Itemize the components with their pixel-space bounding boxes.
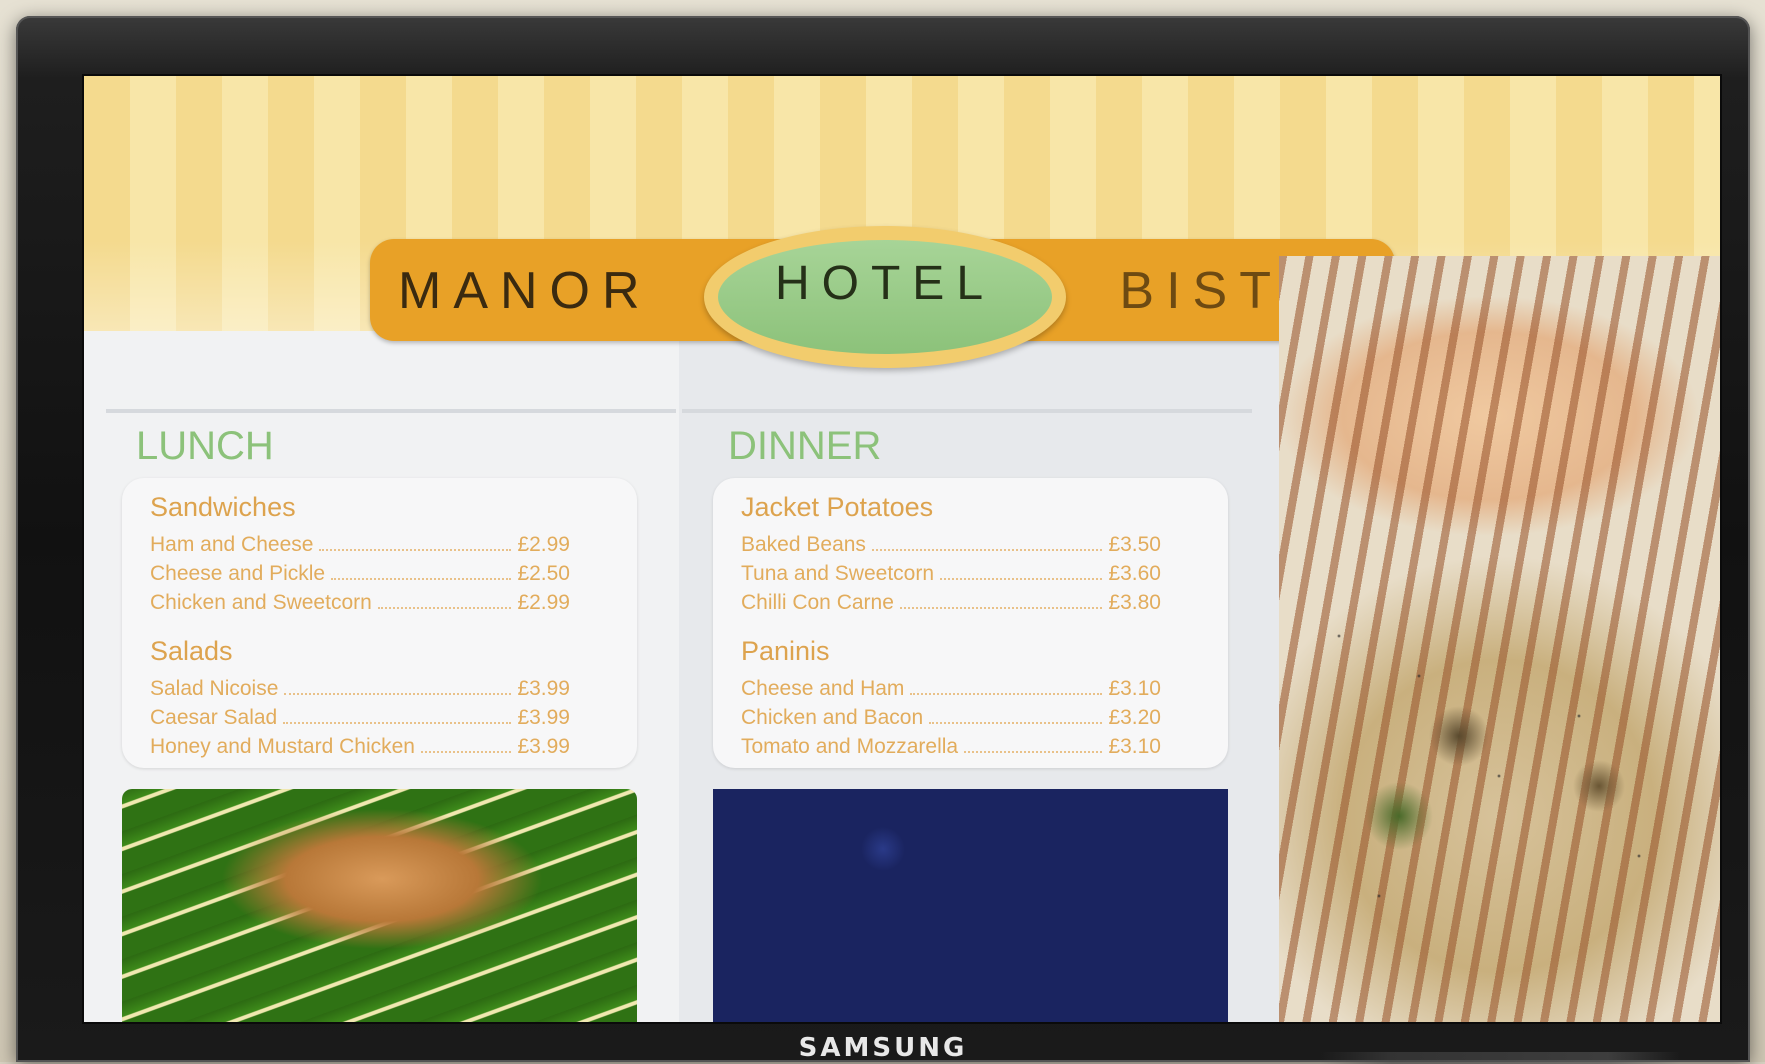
item-price: £3.10 bbox=[1108, 735, 1161, 758]
item-name: Tomato and Mozzarella bbox=[741, 735, 959, 758]
item-price: £2.50 bbox=[517, 562, 570, 585]
menu-item: Ham and Cheese £2.99 bbox=[150, 533, 570, 557]
item-name: Caesar Salad bbox=[150, 706, 278, 729]
menu-item: Tomato and Mozzarella £3.10 bbox=[741, 735, 1161, 759]
item-price: £3.80 bbox=[1108, 591, 1161, 614]
item-price: £3.99 bbox=[517, 735, 570, 758]
item-name: Cheese and Pickle bbox=[150, 562, 326, 585]
banner-word-manor: MANOR bbox=[398, 262, 652, 320]
dot-leader bbox=[377, 591, 512, 609]
dot-leader bbox=[929, 706, 1103, 724]
monitor-bezel: MANOR BISTRO HOTEL LUNCH DINNER Sandwich… bbox=[16, 16, 1750, 1064]
dinner-menu-card: Jacket Potatoes Baked Beans £3.50 Tuna an… bbox=[713, 478, 1228, 768]
menu-item: Tuna and Sweetcorn £3.60 bbox=[741, 562, 1161, 586]
menu-item: Chicken and Sweetcorn £2.99 bbox=[150, 591, 570, 615]
title-oval: HOTEL bbox=[704, 226, 1066, 368]
menu-item: Chicken and Bacon £3.20 bbox=[741, 706, 1161, 730]
menu-item: Cheese and Pickle £2.50 bbox=[150, 562, 570, 586]
item-name: Tuna and Sweetcorn bbox=[741, 562, 935, 585]
item-name: Honey and Mustard Chicken bbox=[150, 735, 415, 758]
food-photo-fruit-salad bbox=[713, 789, 1228, 1022]
menu-item: Baked Beans £3.50 bbox=[741, 533, 1161, 557]
dot-leader bbox=[283, 706, 512, 724]
menu-item: Honey and Mustard Chicken £3.99 bbox=[150, 735, 570, 759]
food-photo-omelette bbox=[122, 789, 637, 1022]
dot-leader bbox=[420, 735, 512, 753]
menu-item: Cheese and Ham £3.10 bbox=[741, 677, 1161, 701]
item-name: Baked Beans bbox=[741, 533, 866, 556]
dinner-title: DINNER bbox=[728, 424, 882, 468]
menu-item: Salad Nicoise £3.99 bbox=[150, 677, 570, 701]
item-price: £3.99 bbox=[517, 706, 570, 729]
item-price: £3.60 bbox=[1108, 562, 1161, 585]
dot-leader bbox=[964, 735, 1103, 753]
item-name: Chicken and Sweetcorn bbox=[150, 591, 372, 614]
lunch-title: LUNCH bbox=[136, 424, 274, 468]
category-paninis: Paninis bbox=[741, 636, 830, 666]
item-price: £2.99 bbox=[517, 591, 570, 614]
item-price: £2.99 bbox=[517, 533, 570, 556]
dinner-divider bbox=[682, 409, 1252, 413]
item-name: Ham and Cheese bbox=[150, 533, 314, 556]
menu-item: Caesar Salad £3.99 bbox=[150, 706, 570, 730]
menu-item: Chilli Con Carne £3.80 bbox=[741, 591, 1161, 615]
dot-leader bbox=[871, 533, 1103, 551]
monitor-control-strip bbox=[1320, 1052, 1680, 1064]
item-name: Chicken and Bacon bbox=[741, 706, 924, 729]
item-price: £3.10 bbox=[1108, 677, 1161, 700]
category-sandwiches: Sandwiches bbox=[150, 492, 296, 522]
item-price: £3.50 bbox=[1108, 533, 1161, 556]
dot-leader bbox=[319, 533, 512, 551]
food-photo-panini-pasta bbox=[1279, 256, 1720, 1022]
dot-leader bbox=[940, 562, 1103, 580]
item-price: £3.99 bbox=[517, 677, 570, 700]
dot-leader bbox=[284, 677, 512, 695]
dot-leader bbox=[899, 591, 1103, 609]
item-price: £3.20 bbox=[1108, 706, 1161, 729]
menu-board-screen: MANOR BISTRO HOTEL LUNCH DINNER Sandwich… bbox=[82, 74, 1722, 1024]
dot-leader bbox=[910, 677, 1103, 695]
item-name: Chilli Con Carne bbox=[741, 591, 894, 614]
pasta-texture bbox=[1279, 256, 1720, 1022]
item-name: Salad Nicoise bbox=[150, 677, 279, 700]
banner-word-hotel: HOTEL bbox=[774, 257, 996, 310]
lunch-divider bbox=[106, 409, 676, 413]
dot-leader bbox=[331, 562, 512, 580]
lunch-menu-card: Sandwiches Ham and Cheese £2.99 Cheese an… bbox=[122, 478, 637, 768]
category-jacket-potatoes: Jacket Potatoes bbox=[741, 492, 934, 522]
category-salads: Salads bbox=[150, 636, 233, 666]
item-name: Cheese and Ham bbox=[741, 677, 905, 700]
